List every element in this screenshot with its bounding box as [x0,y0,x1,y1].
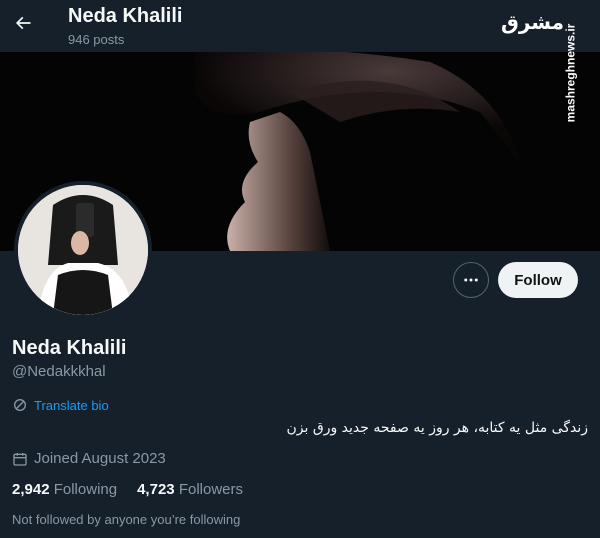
watermark: مشرق mashreghnews.ir [500,6,592,126]
following-link[interactable]: 2,942 Following [12,481,117,498]
profile-handle: @Nedakkkhal [12,363,106,380]
avatar-image [18,185,148,315]
followers-label: Followers [178,481,243,498]
watermark-site: mashreghnews.ir [563,23,578,123]
translate-bio-link[interactable]: Translate bio [12,397,109,413]
joined-text: Joined August 2023 [34,450,166,467]
translate-bio-label: Translate bio [34,397,109,413]
translate-icon [14,399,26,411]
followed-by-note: Not followed by anyone you’re following [12,512,241,527]
profile-name: Neda Khalili [12,337,127,359]
avatar[interactable] [14,181,152,319]
follow-button[interactable]: Follow [498,262,578,298]
more-options-button[interactable] [453,262,489,298]
more-horizontal-icon [464,278,478,282]
following-label: Following [53,481,118,498]
calendar-icon [13,452,27,466]
back-button[interactable] [8,8,38,38]
following-count: 2,942 [12,481,50,498]
header-title: Neda Khalili [68,5,183,27]
followers-link[interactable]: 4,723 Followers [137,481,243,498]
watermark-logo: مشرق [500,10,564,34]
followers-count: 4,723 [137,481,175,498]
post-count: 946 posts [68,32,125,47]
joined-date: Joined August 2023 [12,450,166,467]
follow-stats: 2,942 Following 4,723 Followers [12,481,243,498]
arrow-left-icon [15,16,31,30]
profile-bio: زندگی مثل یه کتابه، هر روز یه صفحه جدید … [286,420,589,436]
